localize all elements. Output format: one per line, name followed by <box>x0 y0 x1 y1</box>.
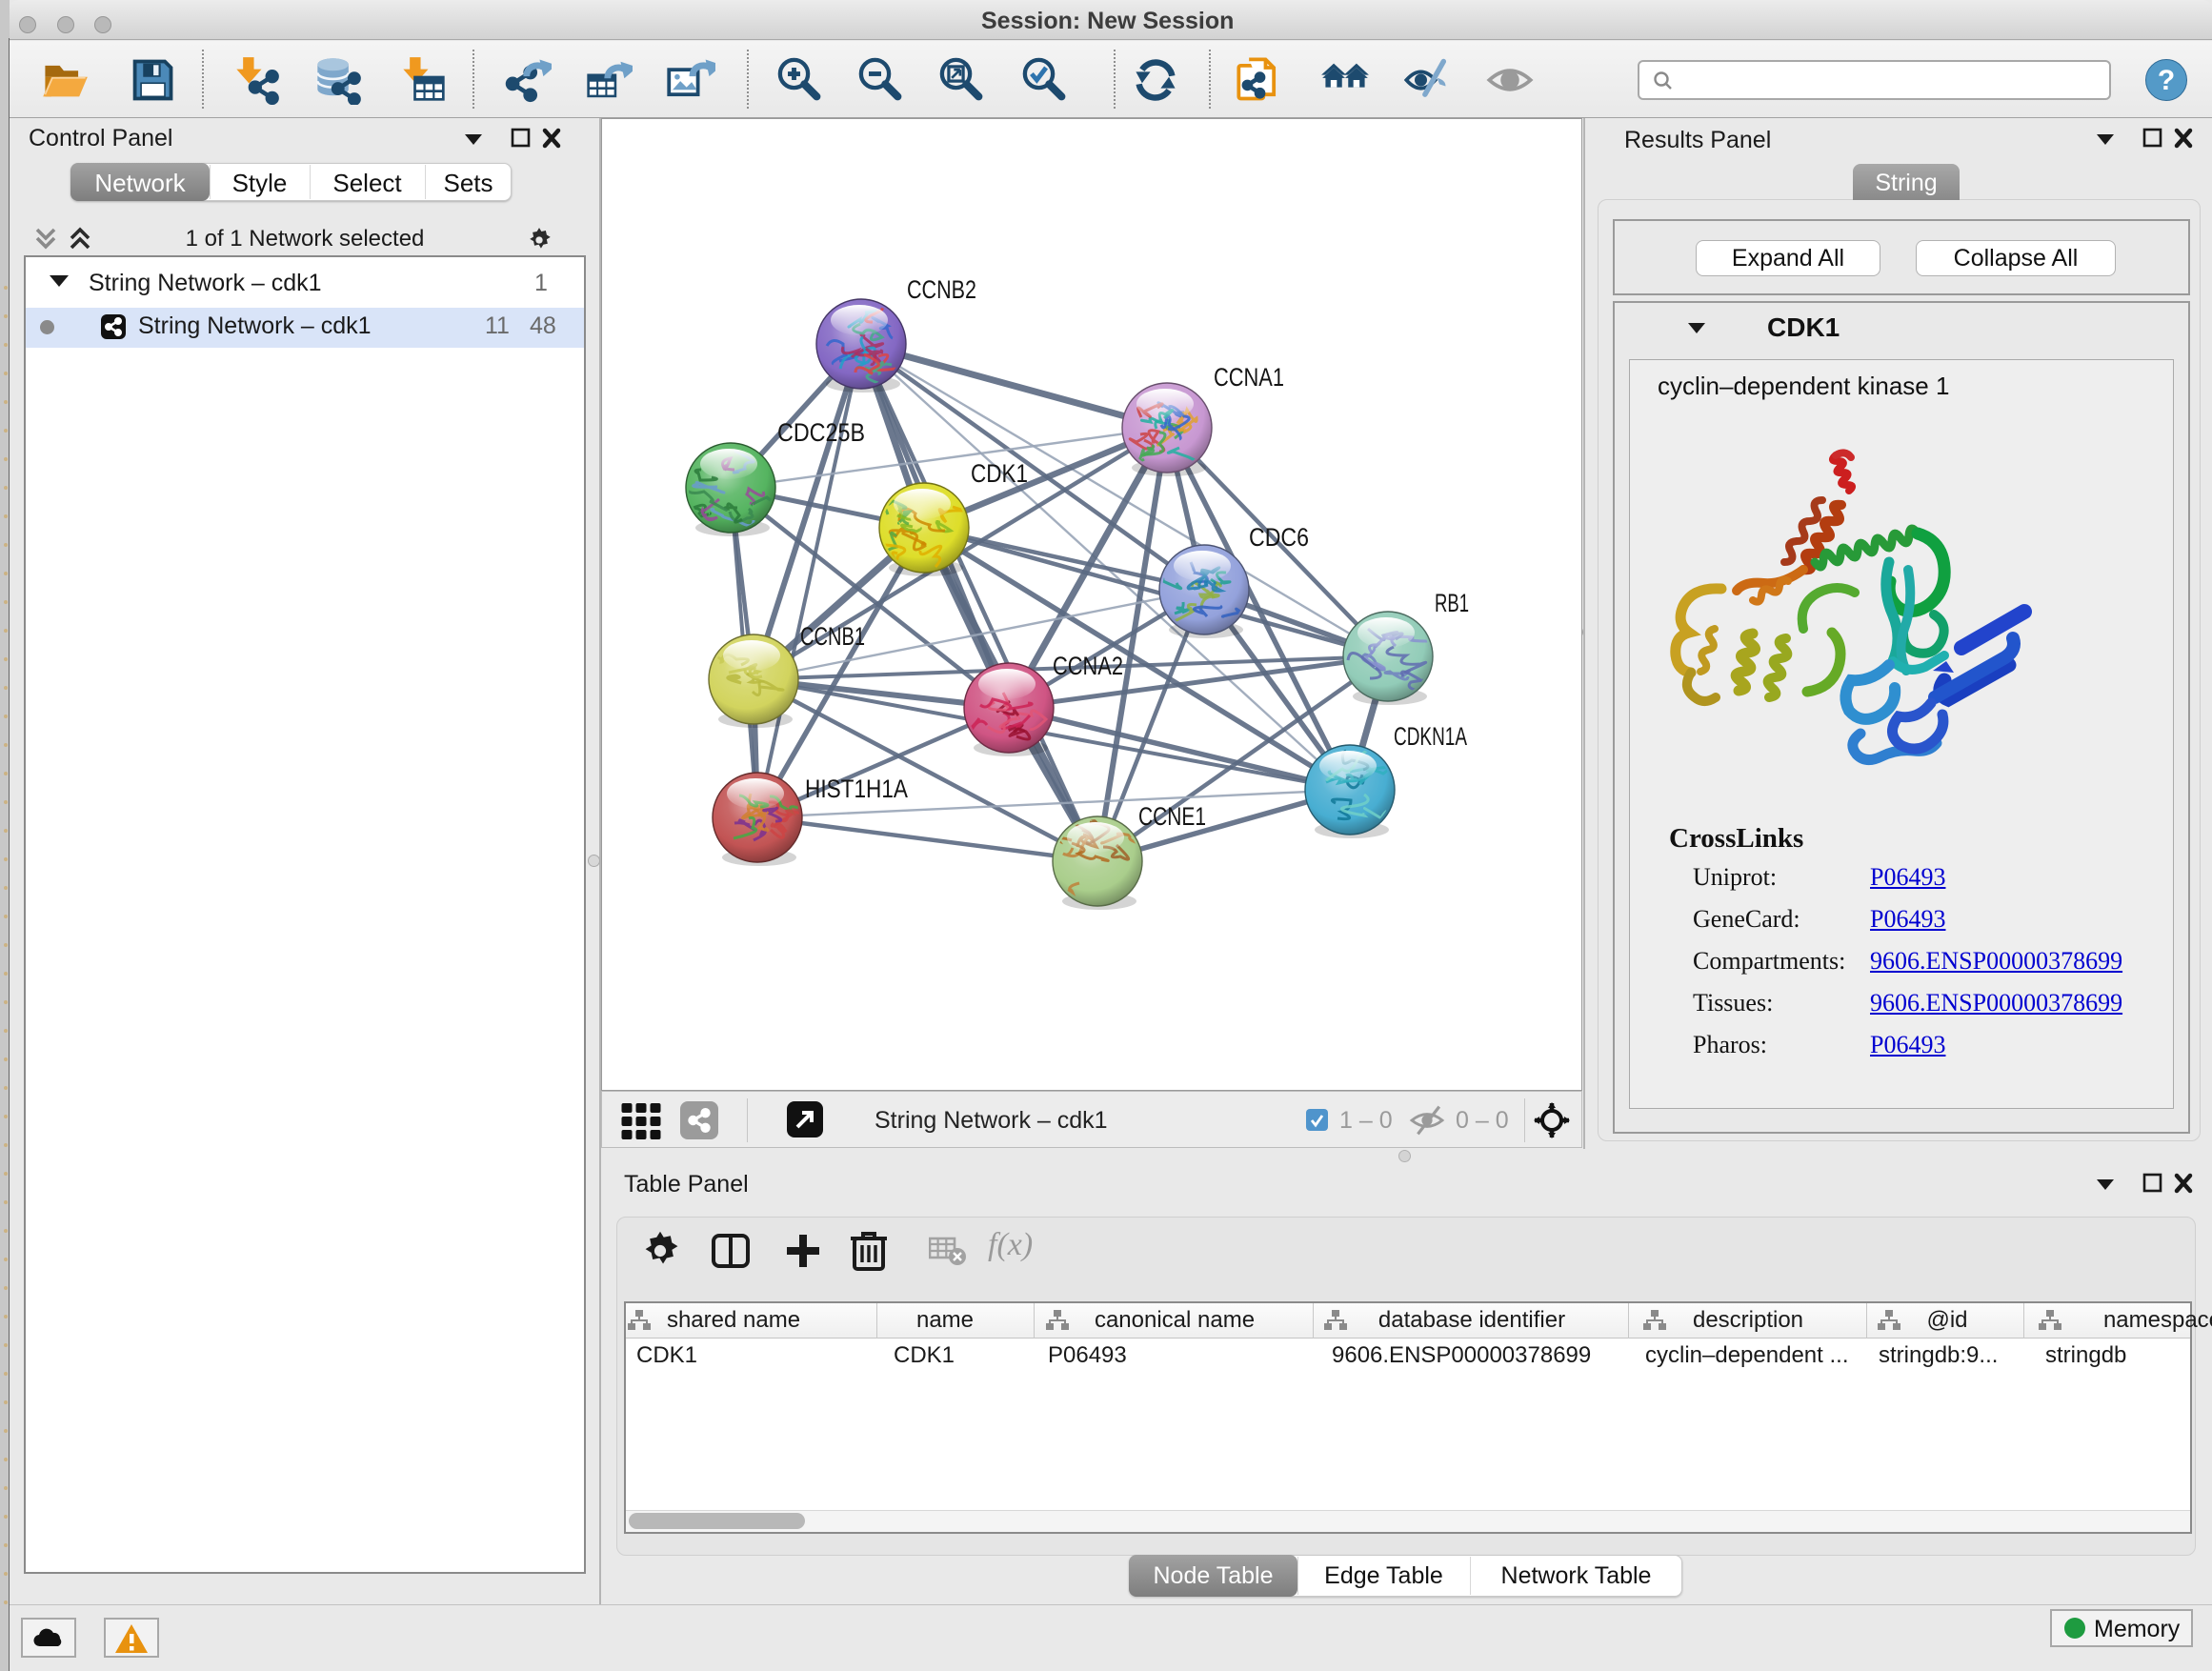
svg-text:CCNA2: CCNA2 <box>1053 652 1123 680</box>
svg-text:CCNB1: CCNB1 <box>800 622 865 651</box>
svg-text:CCNA1: CCNA1 <box>1214 363 1284 392</box>
svg-text:CDC6: CDC6 <box>1249 523 1309 552</box>
svg-text:CDC25B: CDC25B <box>777 418 865 447</box>
svg-text:CCNE1: CCNE1 <box>1138 802 1206 831</box>
svg-text:CDKN1A: CDKN1A <box>1394 722 1467 751</box>
svg-text:HIST1H1A: HIST1H1A <box>805 775 908 803</box>
svg-text:CCNB2: CCNB2 <box>907 275 976 304</box>
svg-text:RB1: RB1 <box>1435 589 1469 617</box>
svg-text:CDK1: CDK1 <box>971 459 1028 488</box>
